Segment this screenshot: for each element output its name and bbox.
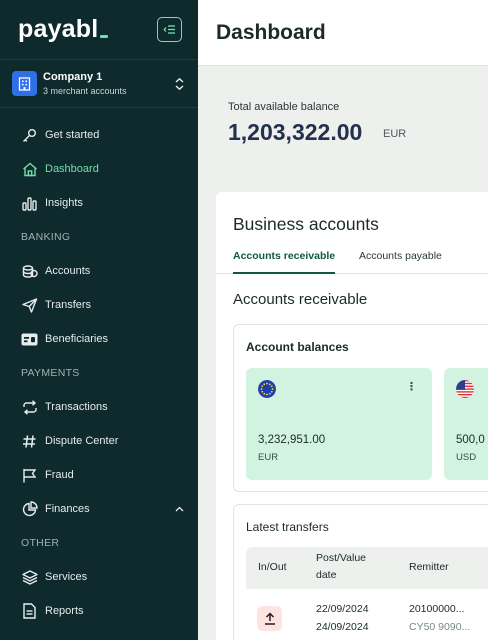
total-balance-card: Total available balance 1,203,322.00 EUR [216, 84, 488, 174]
bar-chart-icon [21, 195, 38, 212]
outgoing-arrow-icon [257, 606, 282, 631]
account-amount: 3,232,951.00 [258, 434, 326, 446]
balance-label: Total available balance [228, 101, 340, 113]
post-date: 22/09/2024 [316, 603, 369, 615]
sidebar-item-accounts[interactable]: Accounts [0, 254, 198, 288]
account-currency: USD [456, 452, 477, 463]
remitter-iban: CY50 9090... [409, 621, 471, 633]
account-balances-panel: Account balances ⋮ 3,232,951.00 EUR 500,… [233, 324, 488, 492]
arrows-exchange-icon [21, 399, 38, 416]
id-card-icon [21, 331, 38, 348]
tab-accounts-receivable[interactable]: Accounts receivable [233, 250, 336, 274]
column-header-post-value-date[interactable]: Post/Value date [316, 550, 366, 584]
table-header: In/Out Post/Value date Remitter [246, 547, 488, 589]
section-label-banking: BANKING [21, 231, 71, 243]
sidebar-item-label: Fraud [45, 469, 74, 481]
hash-icon [21, 433, 38, 450]
logo-text: payabl [18, 15, 99, 43]
us-flag-icon [456, 380, 474, 398]
sidebar-nav: Get started Dashboard Insights BANKING A… [0, 118, 198, 628]
logo-accent [100, 35, 109, 38]
page-title: Dashboard [216, 20, 326, 44]
balance-currency: EUR [383, 128, 407, 140]
sidebar-item-finances[interactable]: Finances [0, 492, 198, 526]
sidebar-item-fraud[interactable]: Fraud [0, 458, 198, 492]
chevron-up-down-icon[interactable] [172, 76, 186, 92]
sidebar-item-beneficiaries[interactable]: Beneficiaries [0, 322, 198, 356]
section-label-other: OTHER [21, 537, 60, 549]
eu-flag-icon [258, 380, 276, 398]
sidebar-item-transactions[interactable]: Transactions [0, 390, 198, 424]
company-subtitle: 3 merchant accounts [43, 86, 127, 96]
company-info: Company 1 3 merchant accounts [43, 71, 172, 96]
balance-amount: 1,203,322.00 [228, 119, 363, 145]
layers-icon [21, 569, 38, 586]
column-header-line: Post/Value [316, 552, 367, 564]
sidebar-item-label: Beneficiaries [45, 333, 108, 345]
tab-accounts-payable[interactable]: Accounts payable [359, 250, 442, 274]
logo[interactable]: payabl [18, 15, 109, 44]
table-row[interactable]: 22/09/2024 24/09/2024 20100000... CY50 9… [246, 593, 488, 640]
sidebar-item-dashboard[interactable]: Dashboard [0, 152, 198, 186]
sidebar-item-transfers[interactable]: Transfers [0, 288, 198, 322]
more-options-icon[interactable]: ⋮ [406, 380, 417, 393]
flag-icon [21, 467, 38, 484]
sidebar-item-label: Insights [45, 197, 83, 209]
sidebar-item-label: Transactions [45, 401, 108, 413]
sidebar-item-label: Dispute Center [45, 435, 119, 447]
sidebar-item-label: Transfers [45, 299, 92, 311]
sidebar-item-dispute-center[interactable]: Dispute Center [0, 424, 198, 458]
sidebar-item-get-started[interactable]: Get started [0, 118, 198, 152]
sidebar-item-label: Accounts [45, 265, 91, 277]
latest-transfers-title: Latest transfers [246, 520, 329, 534]
sidebar-item-services[interactable]: Services [0, 560, 198, 594]
sidebar-item-label: Get started [45, 129, 100, 141]
account-card-usd[interactable]: 500,0 USD [444, 368, 488, 480]
page-header: Dashboard [198, 0, 488, 66]
main-content: Dashboard Total available balance 1,203,… [198, 0, 488, 640]
sidebar-item-label: Dashboard [45, 163, 99, 175]
sidebar-item-reports[interactable]: Reports [0, 594, 198, 628]
building-icon [12, 71, 37, 96]
account-card-eur[interactable]: ⋮ 3,232,951.00 EUR [246, 368, 432, 480]
value-date: 24/09/2024 [316, 621, 369, 633]
sidebar-item-insights[interactable]: Insights [0, 186, 198, 220]
key-icon [21, 127, 38, 144]
account-balances-title: Account balances [246, 340, 349, 354]
chevron-up-icon[interactable] [175, 503, 184, 515]
company-name: Company 1 [43, 71, 103, 83]
sidebar-item-label: Finances [45, 503, 90, 515]
remitter-name: 20100000... [409, 603, 465, 615]
sidebar-item-label: Services [45, 571, 88, 583]
menu-collapse-icon [163, 25, 175, 34]
document-icon [21, 603, 38, 620]
home-icon [21, 161, 38, 178]
column-header-line: date [316, 569, 337, 581]
latest-transfers-panel: Latest transfers In/Out Post/Value date … [233, 504, 488, 640]
account-currency: EUR [258, 452, 279, 463]
pie-chart-icon [21, 501, 38, 518]
company-switcher[interactable]: Company 1 3 merchant accounts [0, 60, 198, 108]
coins-icon [21, 263, 38, 280]
sidebar-item-label: Reports [45, 605, 84, 617]
section-label-payments: PAYMENTS [21, 367, 80, 379]
account-amount: 500,0 [456, 434, 485, 446]
collapse-sidebar-button[interactable] [157, 17, 182, 42]
account-tabs: Accounts receivable Accounts payable [216, 244, 488, 274]
business-accounts-title: Business accounts [233, 214, 379, 234]
sidebar: payabl Company 1 3 merchant accounts Get… [0, 0, 198, 640]
accounts-receivable-heading: Accounts receivable [233, 291, 368, 308]
send-icon [21, 297, 38, 314]
brand-bar: payabl [0, 0, 198, 60]
column-header-in-out[interactable]: In/Out [258, 559, 287, 576]
column-header-remitter[interactable]: Remitter [409, 559, 449, 576]
business-accounts-card: Business accounts Accounts receivable Ac… [216, 192, 488, 640]
